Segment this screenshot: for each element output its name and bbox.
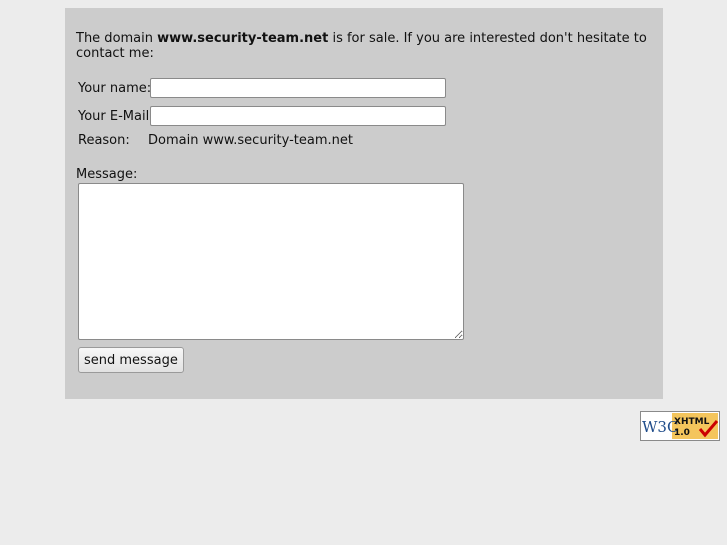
reason-value: Domain www.security-team.net xyxy=(148,133,353,148)
reason-label: Reason: xyxy=(78,133,130,148)
contact-panel: The domain www.security-team.net is for … xyxy=(65,8,663,399)
email-input[interactable] xyxy=(150,106,446,126)
domain-name: www.security-team.net xyxy=(157,31,329,46)
xhtml-version: 1.0 xyxy=(674,428,690,438)
intro-text: The domain www.security-team.net is for … xyxy=(76,31,651,61)
intro-prefix: The domain xyxy=(76,31,158,46)
message-label: Message: xyxy=(76,167,138,182)
name-label: Your name: xyxy=(78,81,152,96)
w3c-xhtml-badge[interactable]: W3C XHTML 1.0 xyxy=(640,411,720,441)
message-textarea[interactable] xyxy=(78,183,464,340)
send-message-button[interactable]: send message xyxy=(78,347,184,373)
xhtml-label: XHTML xyxy=(674,417,710,427)
email-label: Your E-Mail: xyxy=(78,109,154,124)
w3c-logo-text: W3C xyxy=(642,418,678,436)
name-input[interactable] xyxy=(150,78,446,98)
